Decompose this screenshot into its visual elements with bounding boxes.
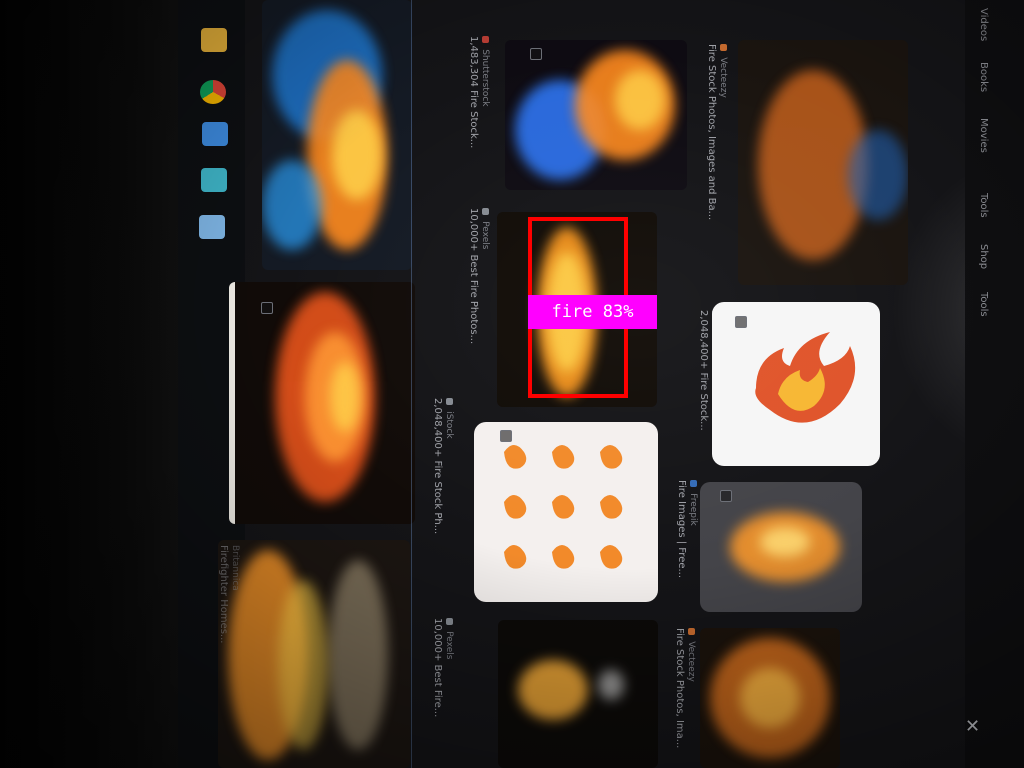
select-checkbox[interactable] [500, 430, 512, 442]
menu-item-3[interactable]: Tools [978, 193, 989, 218]
result-caption[interactable]: iStock 2,048,400+ Fire Stock Ph... [432, 398, 455, 534]
result-thumb-selected[interactable] [229, 282, 415, 524]
result-thumb[interactable] [218, 540, 410, 768]
result-caption[interactable]: Freepik Fire Images | Free... [676, 480, 699, 578]
close-icon[interactable]: ✕ [965, 716, 980, 737]
browser-menu-strip [965, 0, 1024, 768]
monitor-bezel [0, 0, 190, 768]
menu-item-2[interactable]: Movies [978, 118, 989, 153]
result-thumb[interactable] [505, 40, 687, 190]
result-thumb[interactable] [738, 40, 908, 285]
media-icon[interactable] [199, 215, 225, 239]
paint-icon[interactable] [202, 122, 228, 146]
select-checkbox[interactable] [530, 48, 542, 60]
chrome-icon[interactable] [200, 80, 226, 104]
screen-reflection-line [411, 0, 412, 768]
result-caption[interactable]: Britannica Firefighter Homes... [218, 545, 241, 643]
result-thumb[interactable] [498, 620, 658, 768]
menu-item-1[interactable]: Books [978, 62, 989, 92]
result-caption[interactable]: Pexels 10,000+ Best Fire... [432, 618, 455, 717]
menu-item-0[interactable]: Videos [978, 8, 989, 41]
menu-item-5[interactable]: Tools [978, 292, 989, 317]
select-checkbox[interactable] [735, 316, 747, 328]
detection-label: fire 83% [528, 295, 657, 329]
result-caption[interactable]: Pexels 10,000+ Best Fire Photos... [468, 208, 491, 344]
fire-sprite-grid [504, 445, 623, 569]
result-caption[interactable]: Shutterstock 1,483,304 Fire Stock... [468, 36, 491, 148]
menu-item-4[interactable]: Shop [978, 244, 989, 269]
store-icon[interactable] [201, 168, 227, 192]
select-checkbox[interactable] [720, 490, 732, 502]
result-thumb[interactable] [262, 0, 412, 270]
result-thumb[interactable] [474, 422, 658, 602]
folder-icon[interactable] [201, 28, 227, 52]
result-thumb[interactable] [700, 628, 840, 768]
select-checkbox[interactable] [261, 302, 273, 314]
result-caption[interactable]: Vecteezy Fire Stock Photos, Ima... [674, 628, 697, 748]
photo-stage: Videos Books Movies Tools Shop Tools Shu… [0, 0, 1024, 768]
result-caption[interactable]: Vecteezy Fire Stock Photos, Images and B… [706, 44, 729, 220]
